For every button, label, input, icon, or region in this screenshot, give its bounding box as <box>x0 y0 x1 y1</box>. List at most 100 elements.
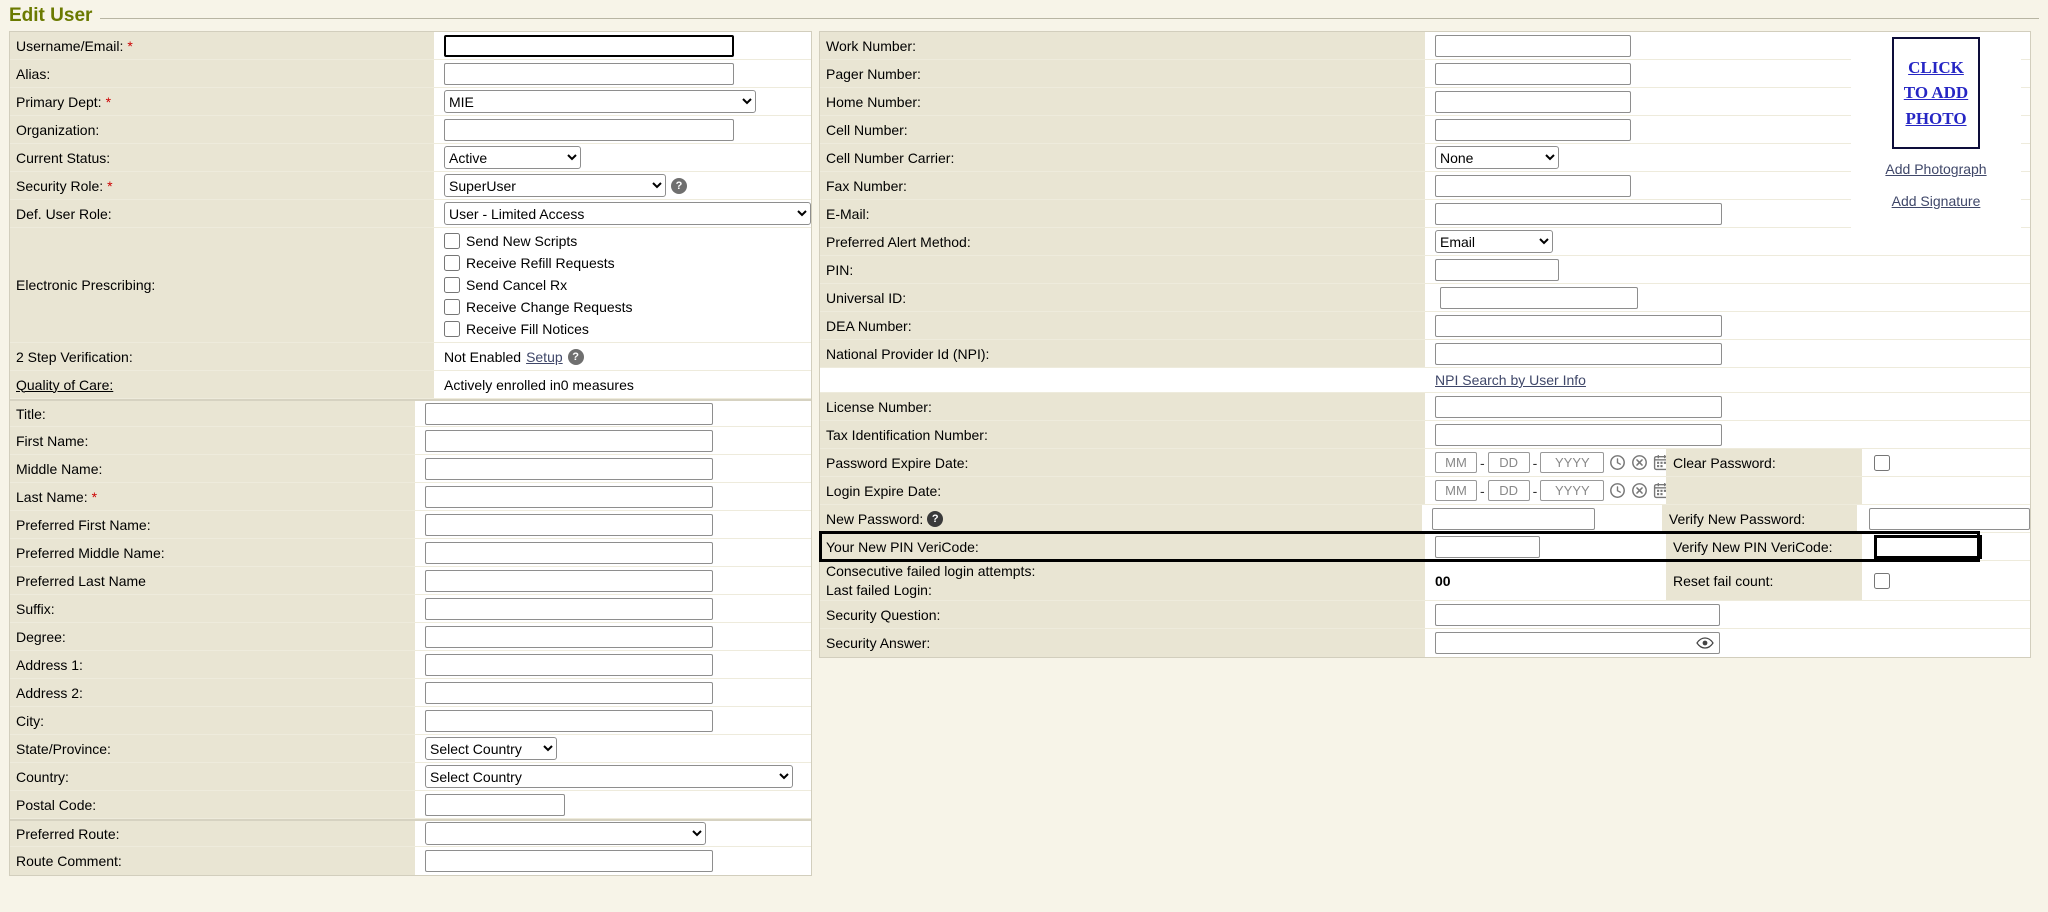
username-input[interactable] <box>444 35 734 57</box>
two-step-setup-link[interactable]: Setup <box>526 349 563 365</box>
dea-number-input[interactable] <box>1435 315 1722 337</box>
clock-icon[interactable] <box>1609 482 1626 499</box>
pin-vericode-input[interactable] <box>1435 536 1540 558</box>
tax-id-row: Tax Identification Number: <box>820 421 2030 449</box>
security-answer-input[interactable] <box>1435 632 1720 654</box>
alert-method-row: Preferred Alert Method: Email <box>820 228 2030 256</box>
username-row: Username/Email:* <box>10 32 811 60</box>
postal-code-label: Postal Code: <box>10 791 415 818</box>
address1-input[interactable] <box>425 654 713 676</box>
pager-number-input[interactable] <box>1435 63 1631 85</box>
page-header: Edit User <box>9 3 2039 29</box>
degree-input[interactable] <box>425 626 713 648</box>
new-password-input[interactable] <box>1432 508 1595 530</box>
security-question-row: Security Question: <box>820 601 2030 629</box>
clear-date-icon[interactable] <box>1631 482 1648 499</box>
login-expire-mm-input[interactable] <box>1435 480 1477 501</box>
email-input[interactable] <box>1435 203 1722 225</box>
clear-date-icon[interactable] <box>1631 454 1648 471</box>
organization-input[interactable] <box>444 119 734 141</box>
alias-input[interactable] <box>444 63 734 85</box>
tax-id-input[interactable] <box>1435 424 1722 446</box>
address2-input[interactable] <box>425 682 713 704</box>
license-number-input[interactable] <box>1435 396 1722 418</box>
send-new-scripts-checkbox[interactable] <box>444 233 460 249</box>
verify-new-password-input[interactable] <box>1869 508 2030 530</box>
title-input[interactable] <box>425 403 713 425</box>
degree-label: Degree: <box>10 623 415 650</box>
reset-fail-count-checkbox[interactable] <box>1874 573 1890 589</box>
fax-number-input[interactable] <box>1435 175 1631 197</box>
npi-search-row: NPI Search by User Info <box>820 368 2030 393</box>
alias-row: Alias: <box>10 60 811 88</box>
primary-dept-label: Primary Dept:* <box>10 88 434 115</box>
add-signature-link[interactable]: Add Signature <box>1851 193 2021 209</box>
middle-name-input[interactable] <box>425 458 713 480</box>
cell-carrier-select[interactable]: None <box>1435 146 1559 169</box>
def-user-role-select[interactable]: User - Limited Access <box>444 202 811 225</box>
new-password-help-icon[interactable]: ? <box>927 511 943 527</box>
city-input[interactable] <box>425 710 713 732</box>
route-comment-input[interactable] <box>425 850 713 872</box>
username-label: Username/Email:* <box>10 32 434 59</box>
suffix-label: Suffix: <box>10 595 415 622</box>
address1-row: Address 1: <box>10 651 811 679</box>
last-name-input[interactable] <box>425 486 713 508</box>
receive-refill-requests-checkbox[interactable] <box>444 255 460 271</box>
security-question-input[interactable] <box>1435 604 1720 626</box>
state-province-select[interactable]: Select Country <box>425 737 557 760</box>
clock-icon[interactable] <box>1609 454 1626 471</box>
login-expire-dd-input[interactable] <box>1488 480 1530 501</box>
date-separator: - <box>1533 483 1538 499</box>
security-role-help-icon[interactable]: ? <box>671 178 687 194</box>
preferred-last-name-input[interactable] <box>425 570 713 592</box>
country-select[interactable]: Select Country <box>425 765 793 788</box>
receive-fill-notices-checkbox[interactable] <box>444 321 460 337</box>
postal-code-input[interactable] <box>425 794 565 816</box>
two-step-help-icon[interactable]: ? <box>568 349 584 365</box>
eye-icon[interactable] <box>1696 636 1714 650</box>
primary-dept-select[interactable]: MIE <box>444 90 756 113</box>
password-expire-mm-input[interactable] <box>1435 452 1477 473</box>
password-expire-yyyy-input[interactable] <box>1540 452 1604 473</box>
fax-number-row: Fax Number: <box>820 172 2030 200</box>
preferred-route-select[interactable] <box>425 822 706 845</box>
eprescribe-option: Send Cancel Rx <box>444 274 567 296</box>
npi-input[interactable] <box>1435 343 1722 365</box>
security-role-select[interactable]: SuperUser <box>444 174 666 197</box>
current-status-select[interactable]: Active <box>444 146 581 169</box>
eprescribing-label: Electronic Prescribing: <box>10 228 434 342</box>
new-password-row: New Password:? Verify New Password: <box>820 505 2030 533</box>
receive-change-requests-checkbox[interactable] <box>444 299 460 315</box>
required-marker: * <box>92 489 97 505</box>
clear-password-checkbox[interactable] <box>1874 455 1890 471</box>
home-number-input[interactable] <box>1435 91 1631 113</box>
npi-search-link[interactable]: NPI Search by User Info <box>1435 372 1586 388</box>
organization-label: Organization: <box>10 116 434 143</box>
login-expire-yyyy-input[interactable] <box>1540 480 1604 501</box>
send-cancel-rx-checkbox[interactable] <box>444 277 460 293</box>
preferred-last-name-row: Preferred Last Name <box>10 567 811 595</box>
security-answer-label: Security Answer: <box>820 629 1425 657</box>
universal-id-input[interactable] <box>1440 287 1638 309</box>
alert-method-select[interactable]: Email <box>1435 230 1553 253</box>
preferred-first-name-input[interactable] <box>425 514 713 536</box>
quality-of-care-link[interactable]: Quality of Care: <box>16 377 113 393</box>
primary-dept-row: Primary Dept:* MIE <box>10 88 811 116</box>
email-row: E-Mail: <box>820 200 2030 228</box>
first-name-input[interactable] <box>425 430 713 452</box>
home-number-row: Home Number: <box>820 88 2030 116</box>
add-photograph-link[interactable]: Add Photograph <box>1851 161 2021 177</box>
first-name-row: First Name: <box>10 427 811 455</box>
address2-label: Address 2: <box>10 679 415 706</box>
photo-box[interactable]: CLICK TO ADD PHOTO <box>1892 37 1980 149</box>
verify-pin-vericode-input[interactable] <box>1874 535 1982 559</box>
required-marker: * <box>107 178 112 194</box>
preferred-middle-name-input[interactable] <box>425 542 713 564</box>
cell-number-input[interactable] <box>1435 119 1631 141</box>
suffix-input[interactable] <box>425 598 713 620</box>
work-number-input[interactable] <box>1435 35 1631 57</box>
password-expire-dd-input[interactable] <box>1488 452 1530 473</box>
pin-input[interactable] <box>1435 259 1559 281</box>
title-row: Title: <box>10 399 811 427</box>
